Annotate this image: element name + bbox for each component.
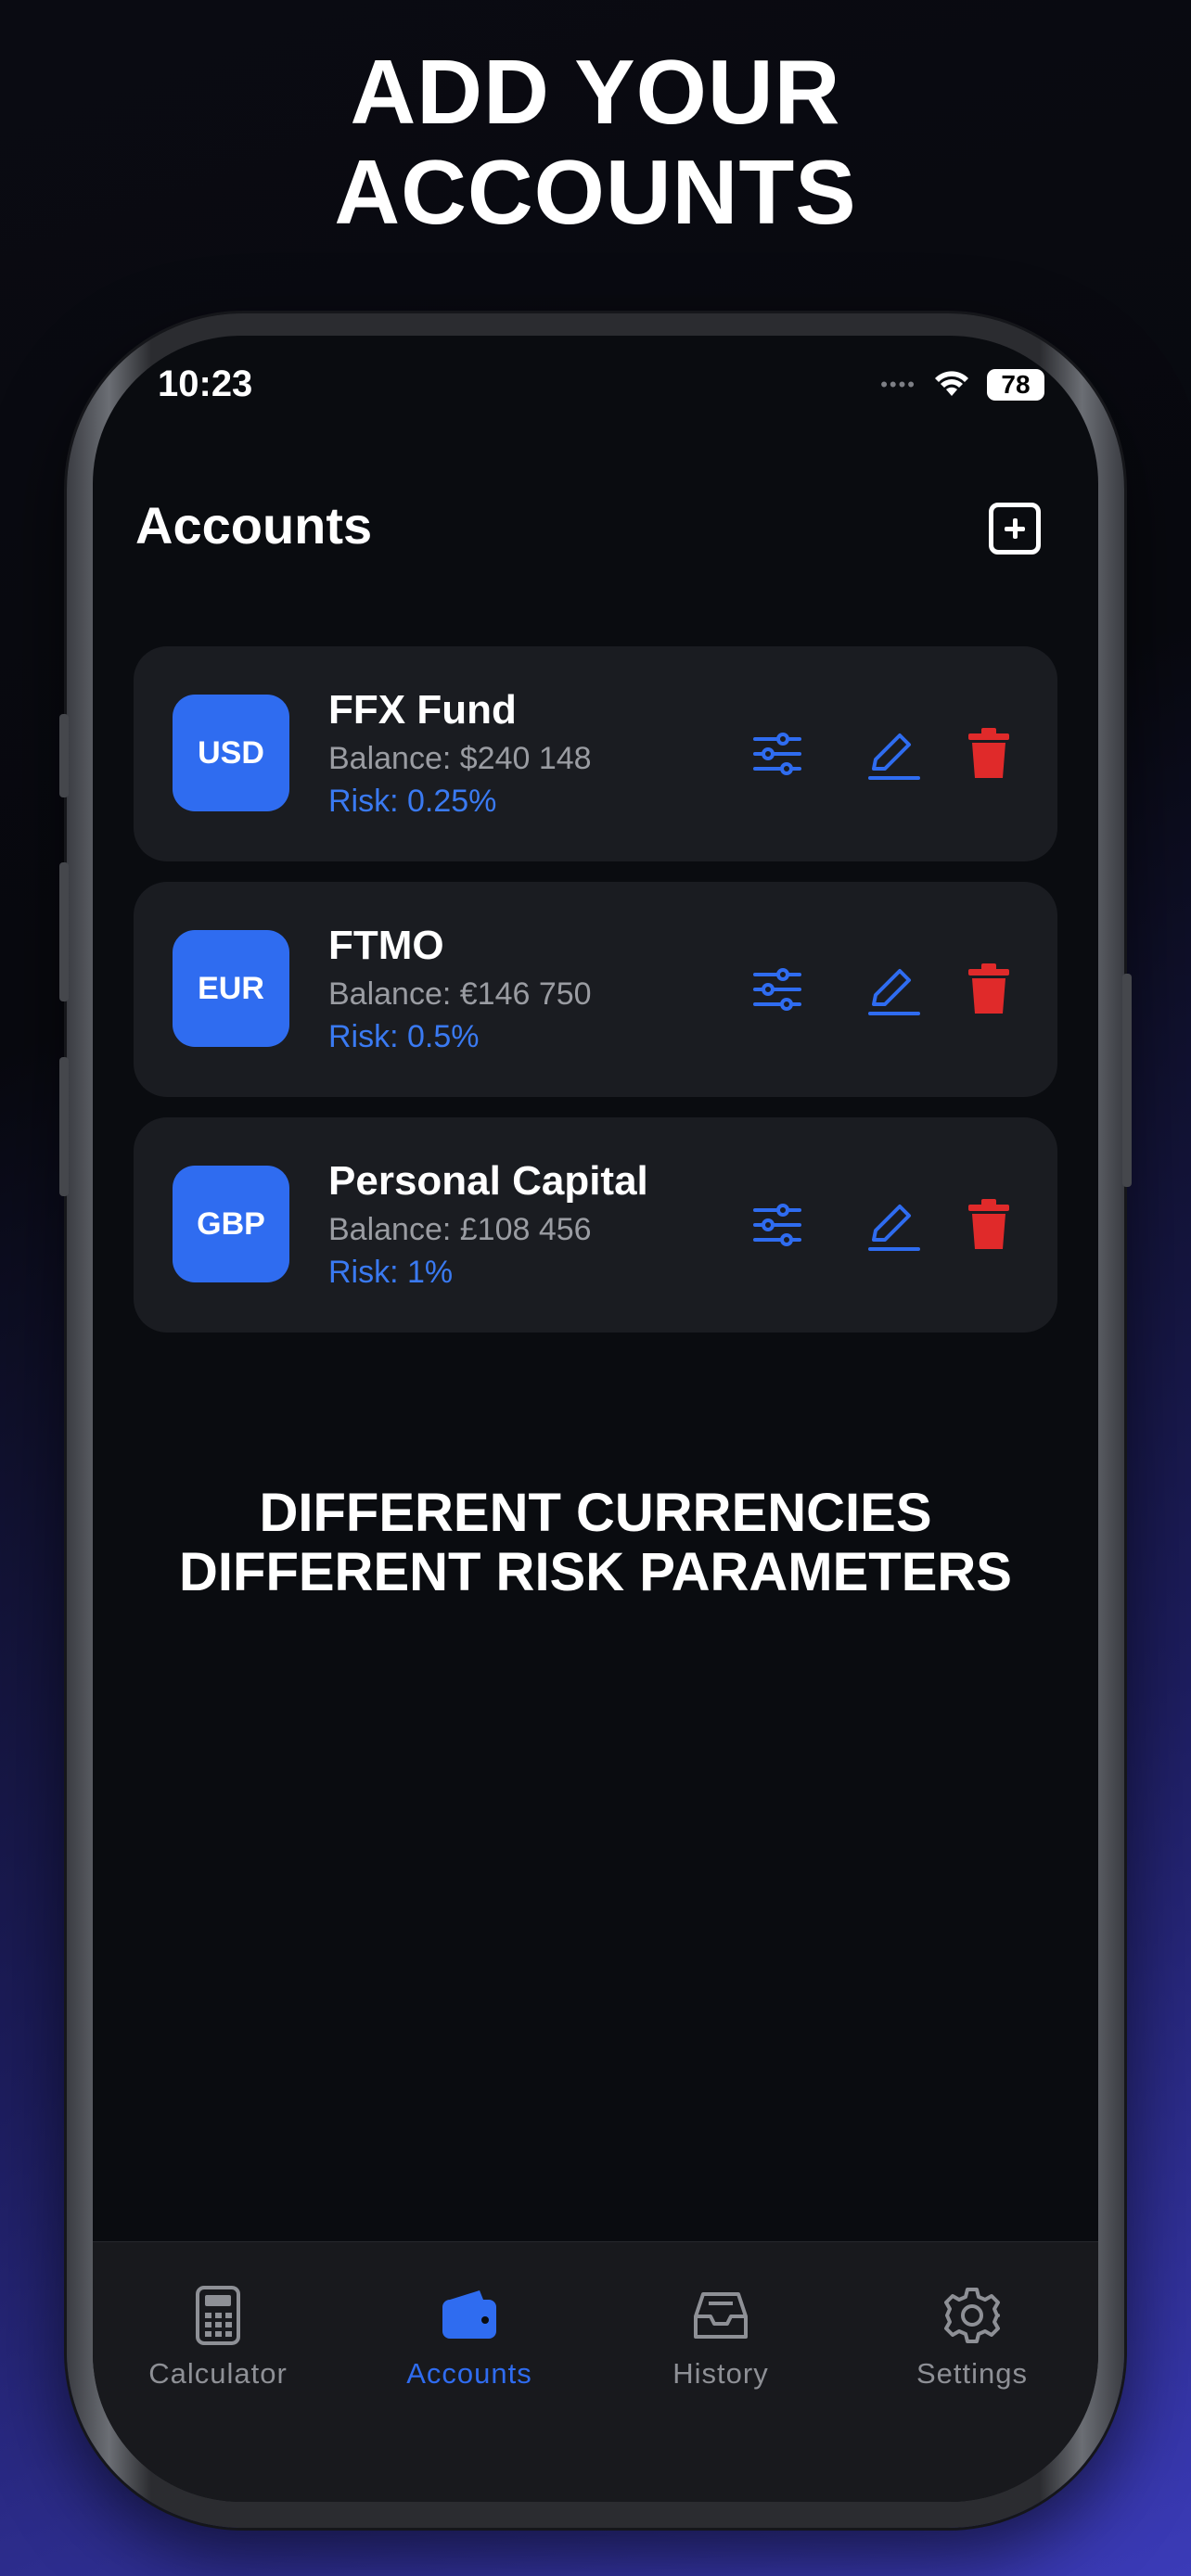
edit-icon[interactable] — [863, 1195, 922, 1255]
signal-icon: •••• — [880, 373, 916, 396]
promo-headline-line-2: ACCOUNTS — [334, 141, 857, 243]
currency-badge: GBP — [173, 1166, 289, 1282]
tab-history[interactable]: History — [614, 2285, 827, 2391]
gear-icon — [944, 2288, 1000, 2343]
tab-calculator[interactable]: Calculator — [111, 2285, 325, 2391]
tab-bar: Calculator Accounts History Settings — [93, 2241, 1098, 2502]
tab-label: Accounts — [406, 2357, 532, 2390]
tab-accounts[interactable]: Accounts — [363, 2285, 576, 2391]
edit-icon[interactable] — [863, 960, 922, 1019]
wallet-icon — [442, 2290, 496, 2339]
delete-icon[interactable] — [959, 724, 1018, 784]
account-card[interactable]: USD FFX Fund Balance: $240 148 Risk: 0.2… — [134, 646, 1057, 861]
account-risk: Risk: 0.25% — [328, 784, 497, 819]
delete-icon[interactable] — [959, 1195, 1018, 1255]
calculator-icon — [196, 2286, 240, 2345]
phone-screen: 10:23 •••• 78 Accounts USD FFX Fund Bala… — [93, 336, 1098, 2502]
phone-side-button — [59, 714, 69, 797]
inbox-icon — [694, 2292, 748, 2339]
phone-power-button — [1122, 974, 1132, 1187]
account-balance: Balance: £108 456 — [328, 1212, 592, 1247]
account-name: FFX Fund — [328, 687, 517, 733]
promo-caption: DIFFERENT CURRENCIES DIFFERENT RISK PARA… — [93, 1484, 1098, 1602]
wifi-icon — [935, 371, 968, 396]
sliders-icon[interactable] — [748, 724, 807, 784]
add-account-button[interactable] — [989, 503, 1041, 555]
account-name: FTMO — [328, 923, 444, 968]
status-time: 10:23 — [158, 363, 253, 404]
promo-headline-line-1: ADD YOUR — [350, 41, 841, 143]
phone-volume-down-button — [59, 1057, 69, 1196]
sliders-icon[interactable] — [748, 1195, 807, 1255]
tab-label: Settings — [916, 2357, 1028, 2390]
account-balance: Balance: $240 148 — [328, 741, 592, 776]
tab-label: History — [672, 2357, 769, 2390]
account-card[interactable]: GBP Personal Capital Balance: £108 456 R… — [134, 1117, 1057, 1333]
sliders-icon[interactable] — [748, 960, 807, 1019]
account-risk: Risk: 0.5% — [328, 1019, 480, 1054]
account-balance: Balance: €146 750 — [328, 976, 592, 1012]
promo-caption-line-2: DIFFERENT RISK PARAMETERS — [179, 1542, 1012, 1602]
phone-volume-up-button — [59, 862, 69, 1001]
promo-headline: ADD YOUR ACCOUNTS — [0, 42, 1191, 242]
account-name: Personal Capital — [328, 1158, 648, 1204]
promo-caption-line-1: DIFFERENT CURRENCIES — [259, 1483, 932, 1543]
tab-settings[interactable]: Settings — [865, 2285, 1079, 2391]
account-card[interactable]: EUR FTMO Balance: €146 750 Risk: 0.5% — [134, 882, 1057, 1097]
tab-label: Calculator — [148, 2357, 288, 2390]
battery-indicator: 78 — [987, 369, 1044, 401]
status-indicators: •••• 78 — [880, 369, 1044, 401]
page-title: Accounts — [135, 496, 373, 555]
currency-badge: EUR — [173, 930, 289, 1047]
edit-icon[interactable] — [863, 724, 922, 784]
delete-icon[interactable] — [959, 960, 1018, 1019]
account-risk: Risk: 1% — [328, 1255, 454, 1290]
currency-badge: USD — [173, 695, 289, 811]
